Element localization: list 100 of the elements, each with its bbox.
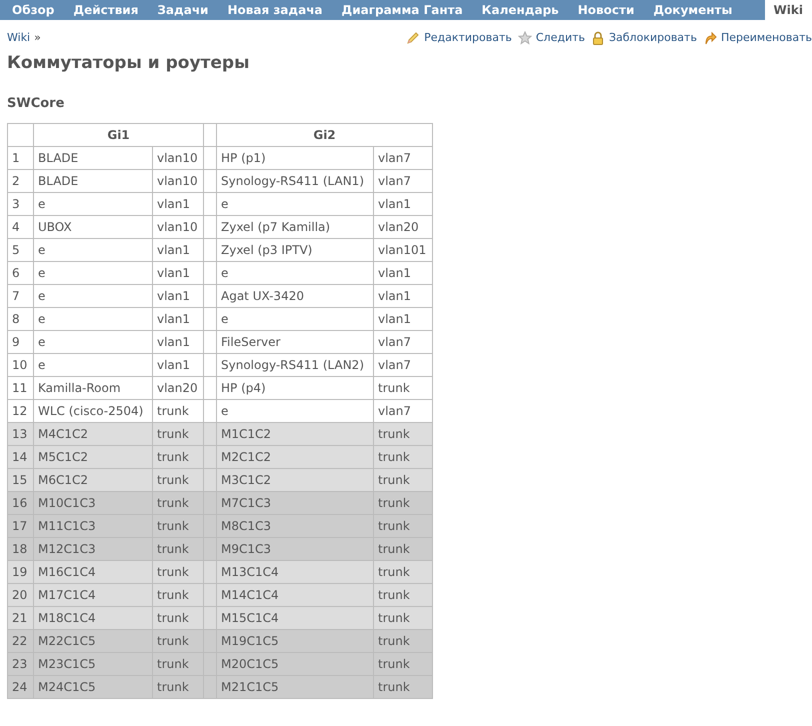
- table-cell: M7C1C3: [216, 491, 374, 514]
- row-number: 13: [8, 422, 34, 445]
- row-number: 9: [8, 330, 34, 353]
- table-cell: M3C1C2: [216, 468, 374, 491]
- table-cell: Synology-RS411 (LAN2): [216, 353, 374, 376]
- table-cell: trunk: [374, 376, 432, 399]
- table-cell: BLADE: [34, 169, 152, 192]
- table-cell: vlan10: [152, 169, 204, 192]
- table-cell: M13C1C4: [216, 560, 374, 583]
- table-cell: trunk: [374, 537, 432, 560]
- table-cell: M12C1C3: [34, 537, 152, 560]
- table-cell: vlan7: [374, 353, 432, 376]
- section-heading: SWCore: [6, 95, 66, 113]
- nav-tab[interactable]: Задачи: [148, 0, 218, 20]
- table-cell: trunk: [152, 537, 204, 560]
- table-cell: Kamilla-Room: [34, 376, 152, 399]
- star-icon: [518, 31, 532, 46]
- row-number: 20: [8, 583, 34, 606]
- table-cell: trunk: [374, 675, 432, 698]
- nav-tab[interactable]: Действия: [64, 0, 148, 20]
- table-cell: vlan101: [374, 238, 432, 261]
- row-number: 5: [8, 238, 34, 261]
- table-cell: M21C1C5: [216, 675, 374, 698]
- table-cell: M14C1C4: [216, 583, 374, 606]
- table-cell: trunk: [374, 468, 432, 491]
- breadcrumb-link[interactable]: Wiki: [7, 30, 30, 46]
- row-number: 10: [8, 353, 34, 376]
- column-header: Gi2: [216, 123, 432, 146]
- table-cell: trunk: [374, 629, 432, 652]
- table-cell: M22C1C5: [34, 629, 152, 652]
- table-cell: trunk: [374, 514, 432, 537]
- table-cell: vlan7: [374, 169, 432, 192]
- row-number: 23: [8, 652, 34, 675]
- table-cell: trunk: [374, 422, 432, 445]
- table-cell: vlan1: [152, 261, 204, 284]
- lock-icon: [590, 31, 605, 46]
- nav-tab[interactable]: Диаграмма Ганта: [332, 0, 472, 20]
- row-number: 3: [8, 192, 34, 215]
- nav-tab[interactable]: Новая задача: [218, 0, 332, 20]
- table-cell: vlan1: [374, 261, 432, 284]
- table-cell: trunk: [152, 583, 204, 606]
- nav-tab[interactable]: Календарь: [472, 0, 568, 20]
- table-cell: M1C1C2: [216, 422, 374, 445]
- row-number: 6: [8, 261, 34, 284]
- column-header: Gi1: [34, 123, 204, 146]
- table-cell: vlan1: [152, 238, 204, 261]
- table-cell: M19C1C5: [216, 629, 374, 652]
- table-cell: trunk: [152, 652, 204, 675]
- table-cell: e: [34, 353, 152, 376]
- table-cell: M4C1C2: [34, 422, 152, 445]
- table-cell: e: [34, 284, 152, 307]
- table-cell: e: [34, 261, 152, 284]
- nav-tab[interactable]: Обзор: [3, 0, 64, 20]
- table-cell: M18C1C4: [34, 606, 152, 629]
- table-cell: vlan1: [152, 284, 204, 307]
- table-cell: e: [216, 192, 374, 215]
- row-number: 22: [8, 629, 34, 652]
- table-cell: trunk: [374, 606, 432, 629]
- table-cell: trunk: [152, 560, 204, 583]
- table-cell: trunk: [374, 491, 432, 514]
- table-cell: trunk: [374, 445, 432, 468]
- nav-tab[interactable]: Wiki: [764, 0, 812, 20]
- table-cell: trunk: [152, 422, 204, 445]
- action-link[interactable]: Следить: [536, 30, 585, 46]
- table-cell: FileServer: [216, 330, 374, 353]
- table-cell: M23C1C5: [34, 652, 152, 675]
- row-number: 11: [8, 376, 34, 399]
- table-cell: trunk: [374, 652, 432, 675]
- table-cell: trunk: [152, 675, 204, 698]
- row-number: 19: [8, 560, 34, 583]
- row-number: 8: [8, 307, 34, 330]
- action-link[interactable]: Заблокировать: [608, 30, 697, 46]
- table-cell: M9C1C3: [216, 537, 374, 560]
- row-number: 21: [8, 606, 34, 629]
- table-cell: M24C1C5: [34, 675, 152, 698]
- table-cell: vlan1: [152, 330, 204, 353]
- nav-tab[interactable]: Новости: [568, 0, 644, 20]
- nav-tab[interactable]: Документы: [644, 0, 742, 20]
- action-link[interactable]: Переименовать: [720, 30, 812, 46]
- action-link[interactable]: Редактировать: [424, 30, 512, 46]
- table-cell: vlan7: [374, 330, 432, 353]
- table-cell: M2C1C2: [216, 445, 374, 468]
- table-cell: e: [216, 261, 374, 284]
- table-cell: vlan7: [374, 146, 432, 169]
- table-cell: Synology-RS411 (LAN1): [216, 169, 374, 192]
- table-cell: vlan20: [374, 215, 432, 238]
- table-cell: vlan1: [374, 307, 432, 330]
- table-cell: trunk: [152, 468, 204, 491]
- table-cell: e: [34, 307, 152, 330]
- row-number: 4: [8, 215, 34, 238]
- table-cell: WLC (cisco-2504): [34, 399, 152, 422]
- table-cell: trunk: [152, 514, 204, 537]
- table-cell: vlan1: [374, 284, 432, 307]
- pencil-icon: [406, 31, 420, 46]
- table-cell: BLADE: [34, 146, 152, 169]
- table-cell: trunk: [152, 629, 204, 652]
- table-cell: M10C1C3: [34, 491, 152, 514]
- table-cell: e: [216, 307, 374, 330]
- row-number: 16: [8, 491, 34, 514]
- table-cell: trunk: [152, 606, 204, 629]
